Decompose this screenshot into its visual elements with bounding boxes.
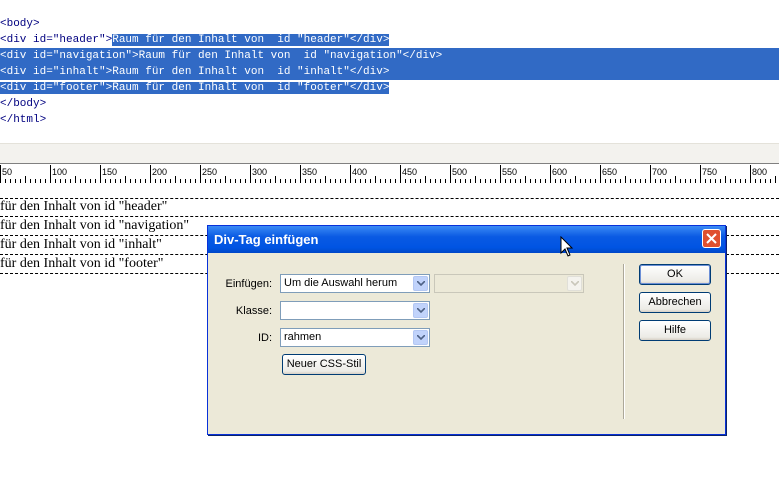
ruler-label: 150 [102,167,117,177]
ruler-label: 600 [552,167,567,177]
id-combobox[interactable]: rahmen [280,328,430,347]
code-view[interactable]: <body> <div id="header">Raum für den Inh… [0,0,779,143]
code-line-footer[interactable]: <div id="footer">Raum für den Inhalt von… [0,80,390,96]
chevron-down-icon [417,281,425,286]
ruler-label: 550 [502,167,517,177]
selected-code-text: <div id="navigation">Raum für den Inhalt… [0,50,443,62]
code-line-html-close[interactable]: </html> [0,112,46,128]
ok-button[interactable]: OK [639,264,711,285]
einfuegen-target-select[interactable] [434,274,584,293]
dropdown-button[interactable] [413,330,428,345]
chevron-down-icon [417,335,425,340]
code-text: </body> [0,98,47,110]
dropdown-button[interactable] [413,276,428,291]
id-label: ID: [257,332,272,344]
code-text: </html> [0,114,47,126]
code-text: <div id="header"> [0,34,113,46]
dropdown-button[interactable] [567,276,582,291]
dropdown-button[interactable] [413,303,428,318]
code-text: <body> [0,18,40,30]
ruler-label: 250 [202,167,217,177]
chevron-down-icon [417,308,425,313]
dialog-title: Div-Tag einfügen [214,232,319,247]
ruler-ticks: 50 100 150 200 250 300 350 400 450 500 550 600 650 70… [0,165,776,183]
einfuegen-select[interactable]: Um die Auswahl herum [280,274,430,293]
selected-code-text: <div id="footer">Raum für den Inhalt von… [0,82,390,94]
ruler-label: 350 [302,167,317,177]
ruler-label: 50 [2,167,12,177]
ruler-label: 500 [452,167,467,177]
code-line-inhalt[interactable]: <div id="inhalt">Raum für den Inhalt von… [0,64,779,80]
einfuegen-label: Einfügen: [225,278,272,290]
ruler-label: 750 [702,167,717,177]
ruler-label: 100 [52,167,67,177]
div-content-text: für den Inhalt von id "navigation" [0,218,190,233]
help-button[interactable]: Hilfe [639,320,711,341]
div-content-text: für den Inhalt von id "footer" [0,256,164,271]
einfuegen-selected-value: Um die Auswahl herum [284,277,398,289]
div-content-text: für den Inhalt von id "header" [0,199,168,214]
ruler-label: 650 [602,167,617,177]
klasse-label: Klasse: [235,305,272,317]
ruler-label: 700 [652,167,667,177]
close-button[interactable] [702,229,721,248]
close-icon [706,233,717,244]
insert-div-tag-dialog: Div-Tag einfügen Einfügen: Um die Auswah… [207,225,726,435]
div-content-text: für den Inhalt von id "inhalt" [0,237,162,252]
mouse-pointer-icon [560,236,574,257]
klasse-select[interactable] [280,301,430,320]
selected-code-text: Raum für den Inhalt von id "header"</div… [112,34,390,46]
chevron-down-icon [571,281,579,286]
ruler-label: 300 [252,167,267,177]
dialog-titlebar[interactable]: Div-Tag einfügen [208,226,725,253]
code-line-header[interactable]: <div id="header">Raum für den Inhalt von… [0,32,390,48]
code-line-navigation[interactable]: <div id="navigation">Raum für den Inhalt… [0,48,779,64]
selected-code-text: <div id="inhalt">Raum für den Inhalt von… [0,66,390,78]
code-line-body-open[interactable]: <body> [0,16,40,32]
ruler-label: 450 [402,167,417,177]
id-value: rahmen [284,331,322,343]
dialog-separator [623,264,625,419]
new-css-style-button[interactable]: Neuer CSS-Stil [282,354,366,375]
design-div-header[interactable]: für den Inhalt von id "header" [0,198,779,216]
horizontal-ruler: 50 100 150 200 250 300 350 400 450 500 550 600 650 70… [0,163,779,185]
view-splitter[interactable] [0,143,779,164]
ruler-label: 800 [752,167,767,177]
ruler-label: 200 [152,167,167,177]
code-line-body-close[interactable]: </body> [0,96,46,112]
ruler-label: 400 [352,167,367,177]
cancel-button[interactable]: Abbrechen [639,292,711,313]
